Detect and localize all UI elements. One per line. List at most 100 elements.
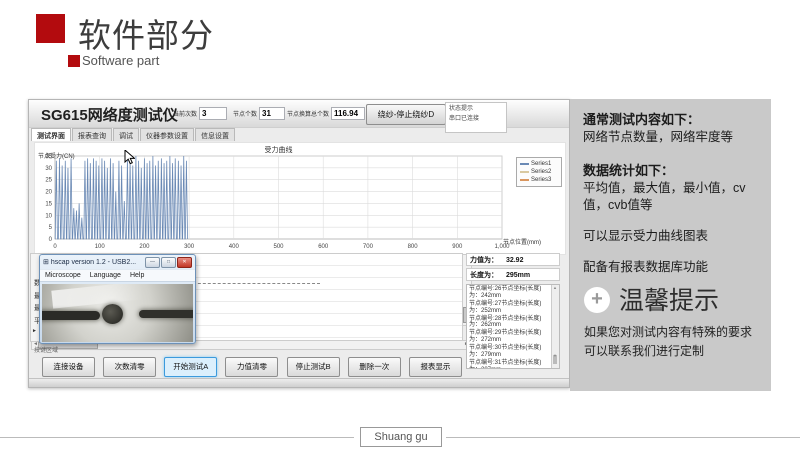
legend-entry-1: Series2 <box>520 168 558 176</box>
tab-bar: 测试界面报表查询调试仪器参数设置信息设置 <box>31 128 236 141</box>
tab-3[interactable]: 仪器参数设置 <box>140 128 194 141</box>
app-button-0[interactable]: 连接设备 <box>42 357 95 377</box>
svg-text:700: 700 <box>363 244 374 250</box>
svg-text:100: 100 <box>95 244 106 250</box>
hscap-menu-help[interactable]: Help <box>130 272 144 279</box>
tab-0[interactable]: 测试界面 <box>31 128 71 141</box>
app-button-6[interactable]: 报表显示 <box>409 357 462 377</box>
svg-text:30: 30 <box>45 166 52 172</box>
app-button-5[interactable]: 删除一次 <box>348 357 401 377</box>
svg-text:200: 200 <box>139 244 150 250</box>
legend-swatch-0 <box>520 163 529 165</box>
legend-label-0: Series1 <box>531 160 551 168</box>
length-value: 295mm <box>506 272 530 279</box>
chart-plot: 0510152025303501002003004005006007008009… <box>35 143 565 254</box>
accent-square-small <box>68 55 80 67</box>
node-entry-2[interactable]: 节点编号:28节点坐标(长度)为：262mm <box>469 316 550 330</box>
svg-text:0: 0 <box>49 237 53 243</box>
node-entry-0[interactable]: 节点编号:26节点坐标(长度)为：242mm <box>469 286 550 300</box>
plus-icon: + <box>584 287 610 313</box>
accent-square <box>36 14 65 43</box>
legend-label-1: Series2 <box>531 168 551 176</box>
page-subtitle: Software part <box>68 53 159 68</box>
scroll-down-icon[interactable]: ▼ <box>553 353 557 358</box>
panel-body-2: 平均值，最大值，最小值，cv值，cvb值等 <box>583 180 758 213</box>
node-entry-1[interactable]: 节点编号:27节点坐标(长度)为：252mm <box>469 301 550 315</box>
page-title: 软件部分 <box>78 9 214 57</box>
svg-text:300: 300 <box>184 244 195 250</box>
chart-legend: Series1Series2Series3 <box>516 157 562 187</box>
length-value-label: 长度为： <box>470 272 498 279</box>
chart-title: 受力曲线 <box>55 145 502 155</box>
panel-heading-1: 通常测试内容如下： <box>583 109 758 128</box>
microscope-image <box>42 284 193 342</box>
app-window: SG615网络度测试仪 当前次数 3 节点个数 31 节点换算总个数 116.9… <box>28 99 570 388</box>
hscap-menu-language[interactable]: Language <box>90 272 121 279</box>
mouse-cursor-icon <box>124 150 135 165</box>
footer-line-right <box>446 437 800 438</box>
status-text: 串口已连接 <box>449 115 503 125</box>
legend-label-2: Series3 <box>531 176 551 184</box>
minimize-icon[interactable]: — <box>145 257 160 268</box>
force-value-box: 力值为： 32.92 <box>466 253 560 266</box>
tips-body: 如果您对测试内容有特殊的要求 可以联系我们进行定制 <box>584 323 752 360</box>
dashed-separator <box>178 283 320 284</box>
node-list-box[interactable]: 节点编号:26节点坐标(长度)为：242mm节点编号:27节点坐标(长度)为：2… <box>466 284 560 369</box>
tab-1[interactable]: 报表查询 <box>72 128 112 141</box>
node-list-scrollbar[interactable]: ▲ ▼ <box>551 285 559 368</box>
image-highlight <box>51 284 142 309</box>
app-button-4[interactable]: 停止测试B <box>287 357 340 377</box>
app-title: SG615网络度测试仪 <box>41 104 178 125</box>
svg-text:15: 15 <box>45 201 52 207</box>
thread-left <box>42 311 100 320</box>
hscap-window[interactable]: ⊞ hscap version 1.2 - USB2... — □ ✕ Micr… <box>39 254 196 344</box>
svg-text:5: 5 <box>49 225 53 231</box>
app-button-1[interactable]: 次数清零 <box>103 357 156 377</box>
tips-line-1: 如果您对测试内容有特殊的要求 <box>584 323 752 342</box>
legend-entry-0: Series1 <box>520 160 558 168</box>
field-label-current-count: 当前次数 <box>173 109 197 118</box>
panel-body-3: 可以显示受力曲线图表 <box>583 228 758 244</box>
close-icon[interactable]: ✕ <box>177 257 192 268</box>
app-button-2[interactable]: 开始测试A <box>164 357 217 377</box>
field-current-count[interactable]: 3 <box>199 107 227 120</box>
footer-line-left <box>0 437 354 438</box>
maximize-icon[interactable]: □ <box>161 257 176 268</box>
tips-line-2: 可以联系我们进行定制 <box>584 342 752 361</box>
row-marker-icon: ► <box>32 328 37 334</box>
node-entry-3[interactable]: 节点编号:29节点坐标(长度)为：272mm <box>469 330 550 344</box>
button-group-label: 按键区域 <box>34 345 58 354</box>
svg-text:500: 500 <box>273 244 284 250</box>
force-value-label: 力值为： <box>470 257 498 264</box>
tips-title: 温馨提示 <box>619 281 719 317</box>
app-button-3[interactable]: 力值清零 <box>225 357 278 377</box>
node-entry-5[interactable]: 节点编号:31节点坐标(长度)为：287mm <box>469 360 550 369</box>
legend-swatch-1 <box>520 171 529 173</box>
tab-4[interactable]: 信息设置 <box>195 128 235 141</box>
panel-body-1: 网络节点数量，网络牢度等 <box>583 129 758 145</box>
page-subtitle-label: Software part <box>82 53 159 68</box>
thread-right <box>139 310 193 318</box>
node-entry-4[interactable]: 节点编号:30节点坐标(长度)为：279mm <box>469 345 550 359</box>
chart-y-axis-label: 节点受力(CN) <box>38 151 75 160</box>
tab-2[interactable]: 调试 <box>113 128 139 141</box>
hscap-title: hscap version 1.2 - USB2... <box>51 259 144 266</box>
svg-text:10: 10 <box>45 213 52 219</box>
field-node-total[interactable]: 116.94 <box>331 107 365 120</box>
status-box: 状态提示 串口已连接 <box>445 102 507 133</box>
hscap-app-icon: ⊞ <box>43 258 49 266</box>
hscap-menubar: Microscope Language Help <box>40 269 195 282</box>
svg-text:20: 20 <box>45 190 52 196</box>
force-chart: 受力曲线 节点受力(CN) 节点位置(mm) 05101520253035010… <box>34 142 566 255</box>
field-label-node-total: 节点换算总个数 <box>287 109 329 118</box>
scroll-up-icon[interactable]: ▲ <box>553 285 557 290</box>
svg-text:600: 600 <box>318 244 329 250</box>
panel-body-4: 配备有报表数据库功能 <box>583 259 758 275</box>
hscap-titlebar[interactable]: ⊞ hscap version 1.2 - USB2... — □ ✕ <box>40 255 195 269</box>
field-node-count[interactable]: 31 <box>259 107 285 120</box>
legend-entry-2: Series3 <box>520 176 558 184</box>
app-statusbar <box>29 378 569 387</box>
button-row: 连接设备次数清零开始测试A 力值清零停止测试B 删除一次报表显示 <box>42 357 462 377</box>
wind-stop-button[interactable]: 绕纱-停止绕纱D <box>366 104 446 125</box>
hscap-menu-microscope[interactable]: Microscope <box>45 272 81 279</box>
